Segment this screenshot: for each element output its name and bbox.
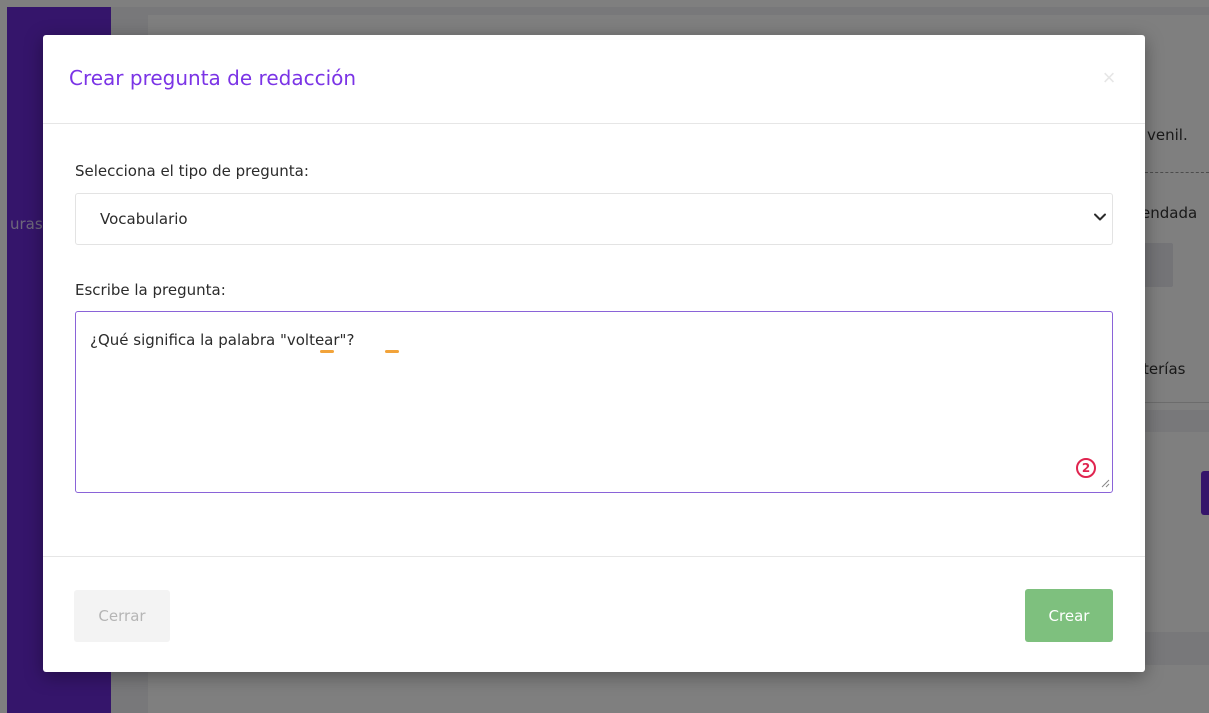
question-textarea-value: ¿Qué significa la palabra "voltear"? xyxy=(90,331,355,349)
question-type-label: Selecciona el tipo de pregunta: xyxy=(75,162,309,180)
modal-header: Crear pregunta de redacción × xyxy=(43,35,1145,124)
create-button[interactable]: Crear xyxy=(1025,589,1113,642)
question-text-label: Escribe la pregunta: xyxy=(75,281,226,299)
spelling-underline xyxy=(320,350,334,353)
spellcheck-count-badge[interactable]: 2 xyxy=(1076,458,1096,478)
chevron-down-icon xyxy=(1094,213,1106,221)
close-icon[interactable]: × xyxy=(1097,66,1121,90)
modal-title: Crear pregunta de redacción xyxy=(69,66,357,90)
close-button[interactable]: Cerrar xyxy=(74,590,170,642)
question-textarea[interactable]: ¿Qué significa la palabra "voltear"? 2 xyxy=(75,311,1113,493)
create-question-modal: Crear pregunta de redacción × Selecciona… xyxy=(43,35,1145,672)
question-type-select[interactable]: Vocabulario xyxy=(75,193,1113,245)
resize-grip-icon[interactable] xyxy=(1100,478,1110,488)
question-type-selected-value: Vocabulario xyxy=(100,210,188,228)
modal-footer: Cerrar Crear xyxy=(43,556,1145,673)
spelling-underline xyxy=(385,350,399,353)
